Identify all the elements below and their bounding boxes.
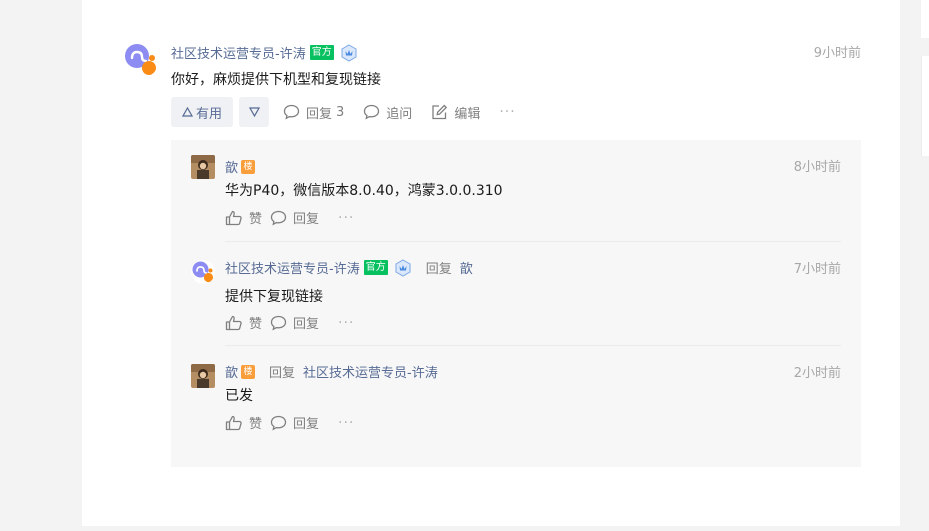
main-comment-content: 你好，麻烦提供下机型和复现链接: [171, 72, 381, 88]
shield-badge-icon: [340, 43, 358, 62]
author-name[interactable]: 歆: [225, 362, 238, 381]
reply-author-row: 社区技术运营专员-许涛 官方 回复 歆: [225, 258, 473, 277]
like-label: 赞: [249, 417, 263, 432]
comment-bubble-icon: [270, 315, 287, 331]
more-icon[interactable]: ···: [338, 415, 354, 431]
reply-to-name[interactable]: 歆: [460, 258, 473, 277]
reply-author-row: 歆 楼: [225, 157, 256, 176]
edit-button[interactable]: 编辑: [431, 103, 480, 122]
like-button[interactable]: 赞: [225, 313, 262, 332]
like-button[interactable]: 赞: [225, 413, 262, 432]
comment-bubble-icon: [270, 415, 287, 431]
more-icon[interactable]: ···: [338, 315, 354, 331]
like-label: 赞: [249, 212, 263, 227]
avatar[interactable]: [191, 364, 215, 388]
reply-actions: 赞 回复 ···: [225, 208, 354, 227]
reply-label: 回复: [293, 417, 320, 432]
floor-badge: 楼: [241, 159, 256, 174]
author-name[interactable]: 社区技术运营专员-许涛: [225, 258, 360, 277]
reply-content: 提供下复现链接: [225, 289, 323, 305]
edit-label: 编辑: [454, 106, 481, 122]
shield-badge-icon: [394, 258, 412, 277]
comment-bubble-icon: [270, 210, 287, 226]
reply-button[interactable]: 回复: [270, 313, 319, 332]
reply-time: 8小时前: [793, 160, 841, 175]
reply-content: 华为P40，微信版本8.0.40，鸿蒙3.0.0.310: [225, 183, 503, 199]
triangle-down-icon: [248, 107, 260, 117]
follow-up-button[interactable]: 追问: [363, 103, 412, 122]
mini-program-logo-icon[interactable]: [191, 260, 215, 284]
reply-content: 已发: [225, 388, 253, 404]
reply-to-name[interactable]: 社区技术运营专员-许涛: [303, 362, 438, 381]
reply-button[interactable]: 回复: [270, 208, 319, 227]
reply-actions: 赞 回复 ···: [225, 313, 354, 332]
useful-button[interactable]: 有用: [171, 97, 233, 127]
author-name[interactable]: 社区技术运营专员-许涛: [171, 43, 306, 62]
floor-badge: 楼: [241, 364, 256, 379]
edit-icon: [432, 104, 448, 120]
reply-count: 3: [336, 104, 345, 120]
more-icon[interactable]: ···: [499, 104, 515, 120]
reply-label: 回复: [293, 212, 320, 227]
side-card: [921, 0, 929, 38]
follow-up-label: 追问: [386, 106, 413, 122]
reply-label: 回复: [306, 106, 333, 122]
reply-word: 回复: [425, 262, 452, 277]
thumb-up-icon: [225, 315, 242, 330]
reply-label: 回复: [293, 317, 320, 332]
comment-bubble-icon: [283, 104, 300, 120]
useful-label: 有用: [195, 106, 222, 122]
reply-author-row: 歆 楼 回复 社区技术运营专员-许涛: [225, 362, 438, 381]
thumb-up-icon: [225, 415, 242, 430]
triangle-up-icon: [181, 107, 193, 117]
author-name[interactable]: 歆: [225, 157, 238, 176]
divider: [225, 241, 841, 242]
main-author-row: 社区技术运营专员-许涛 官方: [171, 43, 358, 62]
main-comment-time: 9小时前: [813, 46, 861, 61]
avatar[interactable]: [191, 155, 215, 179]
like-button[interactable]: 赞: [225, 208, 262, 227]
not-useful-button[interactable]: [239, 97, 269, 127]
comment-bubble-icon: [364, 104, 380, 120]
divider: [225, 345, 841, 346]
main-comment-actions: 有用 回复 3 追问 编辑 ···: [171, 97, 516, 127]
official-badge: 官方: [363, 260, 388, 275]
like-label: 赞: [249, 317, 263, 332]
reply-button[interactable]: 回复 3: [283, 103, 344, 122]
mini-program-logo-icon[interactable]: [123, 42, 159, 78]
reply-time: 7小时前: [793, 262, 841, 277]
side-card: [921, 56, 929, 156]
more-icon[interactable]: ···: [338, 210, 354, 226]
official-badge: 官方: [309, 45, 334, 60]
reply-time: 2小时前: [793, 366, 841, 381]
reply-actions: 赞 回复 ···: [225, 413, 354, 432]
thumb-up-icon: [225, 210, 242, 225]
reply-word: 回复: [269, 366, 296, 381]
reply-button[interactable]: 回复: [270, 413, 319, 432]
